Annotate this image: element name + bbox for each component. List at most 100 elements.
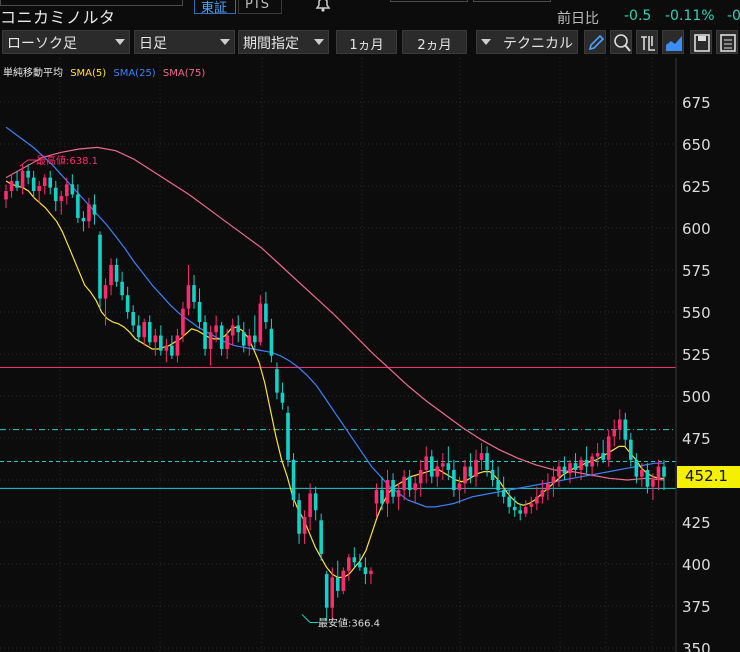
- candle: [125, 286, 130, 319]
- output-icon[interactable]: [636, 30, 658, 54]
- list-icon[interactable]: [716, 30, 738, 54]
- candle-body: [568, 463, 572, 474]
- legend-sma5: SMA(5): [70, 68, 107, 79]
- candle-body: [275, 369, 279, 393]
- candle: [424, 446, 429, 484]
- candle: [308, 483, 312, 531]
- candle: [208, 325, 213, 366]
- low-label: 最安値:366.4: [318, 616, 380, 629]
- candle-body: [203, 322, 207, 349]
- legend-sma75: SMA(75): [162, 68, 206, 79]
- candle-body: [501, 490, 506, 497]
- candle: [369, 567, 373, 585]
- candle-body: [645, 469, 650, 487]
- save-icon[interactable]: [690, 30, 712, 54]
- candle: [391, 473, 395, 504]
- candle-body: [214, 325, 218, 333]
- candle: [407, 469, 412, 497]
- range-1m-button[interactable]: 1ヵ月: [336, 30, 397, 54]
- candle: [280, 382, 285, 410]
- candle-body: [546, 483, 550, 491]
- candle: [42, 174, 47, 195]
- tab-pts[interactable]: PTS: [238, 0, 282, 14]
- candle: [518, 503, 523, 521]
- candle-body: [391, 480, 395, 497]
- candle: [385, 469, 390, 517]
- technical-select[interactable]: テクニカル: [476, 30, 578, 54]
- candle: [109, 258, 113, 296]
- technical-label: テクニカル: [503, 36, 573, 52]
- candle-body: [335, 577, 340, 591]
- candle-body: [15, 180, 19, 188]
- candle-body: [53, 187, 58, 202]
- candle-body: [418, 469, 423, 484]
- chevron-down-icon: [481, 39, 491, 45]
- top-bar: コニカミノルタ 東証 PTS 前日比 -0.5 -0.11% -0: [0, 0, 740, 30]
- candle: [264, 291, 268, 329]
- candle-body: [441, 463, 445, 467]
- candle-body: [352, 557, 357, 563]
- candle: [584, 446, 589, 474]
- candle-body: [634, 459, 639, 477]
- candle: [192, 275, 196, 309]
- candle-body: [230, 325, 235, 336]
- candle-body: [485, 453, 489, 470]
- candle: [313, 486, 318, 521]
- candle-body: [291, 459, 296, 501]
- candle: [4, 184, 8, 208]
- candle-body: [590, 456, 594, 467]
- candle-body: [4, 191, 8, 200]
- candle-body: [258, 303, 263, 343]
- candle-body: [92, 204, 97, 215]
- tab-tse[interactable]: 東証: [194, 0, 236, 16]
- top-field-2[interactable]: [473, 0, 551, 2]
- candle: [87, 197, 91, 228]
- pencil-icon[interactable]: [584, 30, 606, 54]
- candle: [435, 459, 440, 487]
- bell-icon[interactable]: [312, 0, 334, 14]
- candle-body: [264, 303, 268, 323]
- candle: [546, 473, 550, 501]
- candle-body: [474, 459, 478, 477]
- candle: [573, 453, 578, 477]
- range-mode-select[interactable]: 期間指定: [238, 30, 329, 54]
- candle-body: [540, 490, 545, 497]
- candle: [142, 318, 147, 346]
- low-marker-line: [301, 614, 318, 623]
- candle-body: [208, 332, 213, 349]
- change-value: -0.5: [624, 8, 652, 24]
- period-unit-select[interactable]: 日足: [134, 30, 235, 54]
- chart-type-select[interactable]: ローソク足: [2, 30, 130, 54]
- candle: [601, 439, 605, 464]
- candle-body: [656, 466, 661, 480]
- candle-body: [297, 500, 301, 534]
- candle-body: [170, 345, 174, 356]
- y-tick-label: 525: [682, 346, 711, 364]
- price-chart[interactable]: 6756506256005755505255004754504254003753…: [0, 58, 740, 652]
- candle: [490, 459, 495, 487]
- candle: [70, 174, 75, 198]
- toolbar: ローソク足 日足 期間指定 1ヵ月 2ヵ月 テクニカル: [0, 30, 740, 56]
- candle: [324, 570, 329, 622]
- candle-body: [374, 490, 379, 504]
- top-field-1[interactable]: [390, 0, 468, 2]
- candle: [662, 459, 666, 491]
- candle: [9, 174, 14, 198]
- candle-body: [159, 335, 163, 351]
- sma5-line: [5, 180, 664, 579]
- candle: [595, 443, 600, 467]
- candle-body: [579, 459, 583, 470]
- candle-body: [518, 510, 523, 514]
- candle-body: [529, 503, 534, 507]
- candle-body: [136, 325, 141, 338]
- candle-body: [76, 194, 80, 218]
- candle-body: [396, 490, 401, 497]
- area-chart-icon[interactable]: [662, 30, 684, 54]
- candle: [623, 412, 628, 447]
- zoom-icon[interactable]: [610, 30, 632, 54]
- candle-body: [269, 328, 274, 356]
- range-2m-button[interactable]: 2ヵ月: [402, 30, 467, 54]
- candle-body: [147, 322, 152, 343]
- candle-body: [452, 469, 456, 491]
- sma-legend: 単純移動平均 SMA(5) SMA(25) SMA(75): [3, 64, 209, 79]
